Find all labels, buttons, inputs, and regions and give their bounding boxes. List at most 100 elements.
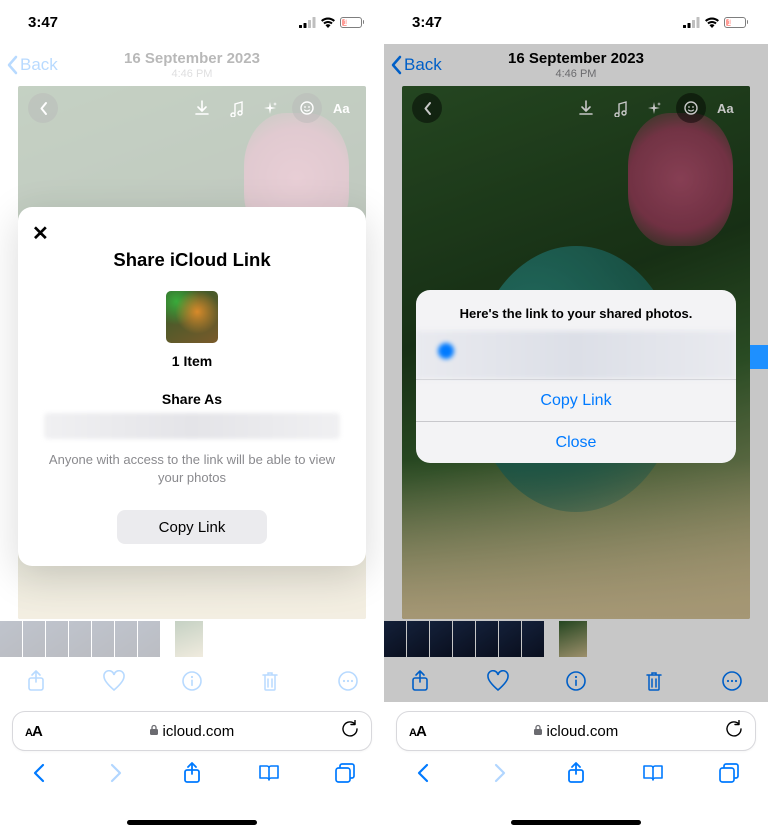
back-label: Back <box>20 55 58 75</box>
status-bar: 3:47 14 <box>384 0 768 44</box>
thumbnail[interactable] <box>430 621 452 657</box>
thumbnail-strip[interactable] <box>384 621 768 657</box>
nav-subtitle: 4:46 PM <box>124 68 260 80</box>
browser-back-icon[interactable] <box>410 760 436 786</box>
share-sheet-title: Share iCloud Link <box>38 249 346 271</box>
back-label: Back <box>404 55 442 75</box>
thumbnail[interactable] <box>407 621 429 657</box>
share-as-label: Share As <box>38 391 346 407</box>
nav-title-group: 16 September 2023 4:46 PM <box>508 50 644 80</box>
bookmarks-icon[interactable] <box>640 760 666 786</box>
music-icon[interactable] <box>608 96 632 120</box>
share-icon[interactable] <box>408 669 432 693</box>
thumbnail-current[interactable] <box>559 621 587 657</box>
info-icon[interactable] <box>564 669 588 693</box>
bookmarks-icon[interactable] <box>256 760 282 786</box>
text-size-button[interactable]: AA <box>409 723 426 740</box>
download-icon[interactable] <box>574 96 598 120</box>
more-icon[interactable] <box>336 669 360 693</box>
text-aa-icon[interactable]: Aa <box>332 96 356 120</box>
photo-top-toolbar: Aa <box>18 86 366 130</box>
cellular-signal-icon <box>683 17 700 28</box>
browser-forward-icon[interactable] <box>487 760 513 786</box>
thumbnail[interactable] <box>46 621 68 657</box>
thumbnail[interactable] <box>92 621 114 657</box>
thumbnail[interactable] <box>499 621 521 657</box>
photo-back-chevron-icon[interactable] <box>28 93 58 123</box>
alert-link-redacted <box>416 331 736 379</box>
more-icon[interactable] <box>720 669 744 693</box>
safari-url-bar[interactable]: AA icloud.com <box>396 711 756 751</box>
refresh-icon[interactable] <box>341 720 359 743</box>
trash-icon[interactable] <box>642 669 666 693</box>
thumbnail[interactable] <box>453 621 475 657</box>
home-indicator <box>127 820 257 825</box>
heart-icon[interactable] <box>486 669 510 693</box>
thumbnail-current[interactable] <box>175 621 203 657</box>
sticker-icon[interactable] <box>676 93 706 123</box>
download-icon[interactable] <box>190 96 214 120</box>
thumbnail[interactable] <box>476 621 498 657</box>
status-bar: 3:47 15 <box>0 0 384 44</box>
status-right: 15 <box>299 17 365 28</box>
thumbnail[interactable] <box>138 621 160 657</box>
alert-copy-link-button[interactable]: Copy Link <box>416 379 736 421</box>
cellular-signal-icon <box>299 17 316 28</box>
status-time: 3:47 <box>412 14 442 31</box>
browser-share-icon[interactable] <box>563 760 589 786</box>
thumbnail[interactable] <box>384 621 406 657</box>
home-indicator <box>511 820 641 825</box>
tabs-icon[interactable] <box>332 760 358 786</box>
wifi-icon <box>320 17 336 28</box>
nav-title: 16 September 2023 <box>124 50 260 67</box>
close-icon[interactable]: ✕ <box>32 221 49 246</box>
thumbnail[interactable] <box>69 621 91 657</box>
refresh-icon[interactable] <box>725 720 743 743</box>
thumbnail-strip[interactable] <box>0 621 384 657</box>
sparkle-icon[interactable] <box>258 96 282 120</box>
nav-title-group: 16 September 2023 4:46 PM <box>124 50 260 80</box>
svg-text:Aa: Aa <box>717 101 734 116</box>
status-right: 14 <box>683 17 749 28</box>
heart-icon[interactable] <box>102 669 126 693</box>
status-time: 3:47 <box>28 14 58 31</box>
text-size-button[interactable]: AA <box>25 723 42 740</box>
photo-action-bar <box>384 657 768 705</box>
trash-icon[interactable] <box>258 669 282 693</box>
back-button[interactable]: Back <box>390 55 442 75</box>
sticker-icon[interactable] <box>292 93 322 123</box>
screenshot-left: 3:47 15 Back 16 September 2023 4:46 PM <box>0 0 384 831</box>
share-icon[interactable] <box>24 669 48 693</box>
url-display: icloud.com <box>42 723 341 740</box>
tabs-icon[interactable] <box>716 760 742 786</box>
screenshot-right: 3:47 14 Back 16 September 2023 4:46 PM <box>384 0 768 831</box>
photo-top-toolbar: Aa <box>402 86 750 130</box>
share-item-count: 1 Item <box>38 353 346 369</box>
thumbnail[interactable] <box>23 621 45 657</box>
svg-text:Aa: Aa <box>333 101 350 116</box>
share-description: Anyone with access to the link will be a… <box>38 451 346 486</box>
photo-back-chevron-icon[interactable] <box>412 93 442 123</box>
thumbnail[interactable] <box>522 621 544 657</box>
share-icloud-link-sheet: ✕ Share iCloud Link 1 Item Share As Anyo… <box>18 207 366 566</box>
music-icon[interactable] <box>224 96 248 120</box>
thumbnail[interactable] <box>115 621 137 657</box>
browser-share-icon[interactable] <box>179 760 205 786</box>
share-thumbnail <box>166 291 218 343</box>
copy-link-button[interactable]: Copy Link <box>117 510 267 544</box>
thumbnail[interactable] <box>0 621 22 657</box>
back-button[interactable]: Back <box>6 55 58 75</box>
sparkle-icon[interactable] <box>642 96 666 120</box>
alert-close-button[interactable]: Close <box>416 421 736 463</box>
url-display: icloud.com <box>426 723 725 740</box>
nav-header: Back 16 September 2023 4:46 PM <box>384 44 768 86</box>
safari-toolbar <box>384 751 768 795</box>
browser-forward-icon[interactable] <box>103 760 129 786</box>
info-icon[interactable] <box>180 669 204 693</box>
lock-icon <box>149 724 159 739</box>
text-aa-icon[interactable]: Aa <box>716 96 740 120</box>
share-link-redacted <box>44 413 340 439</box>
lock-icon <box>533 724 543 739</box>
browser-back-icon[interactable] <box>26 760 52 786</box>
safari-url-bar[interactable]: AA icloud.com <box>12 711 372 751</box>
